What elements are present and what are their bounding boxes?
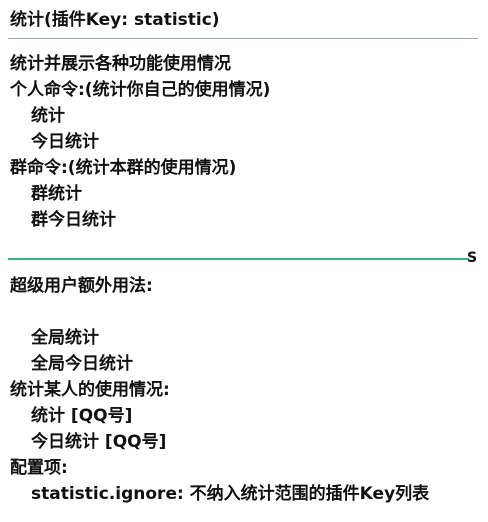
help-document: 统计(插件Key: statistic) 统计并展示各种功能使用情况 个人命令:… bbox=[0, 0, 488, 522]
section-heading: 统计并展示各种功能使用情况 bbox=[10, 54, 231, 74]
page-title: 统计(插件Key: statistic) bbox=[10, 10, 220, 30]
section-divider bbox=[8, 258, 469, 260]
title-underline bbox=[8, 38, 478, 39]
command-item: 全局今日统计 bbox=[31, 354, 133, 374]
command-item: 今日统计 [QQ号] bbox=[31, 432, 167, 452]
command-item: 今日统计 bbox=[31, 132, 99, 152]
command-item: 群统计 bbox=[31, 184, 82, 204]
superuser-heading: 超级用户额外用法: bbox=[10, 276, 153, 296]
personal-commands-header: 个人命令:(统计你自己的使用情况) bbox=[10, 80, 271, 100]
command-item: 统计 bbox=[31, 106, 65, 126]
command-item: 全局统计 bbox=[31, 328, 99, 348]
config-item: statistic.ignore: 不纳入统计范围的插件Key列表 bbox=[31, 484, 430, 504]
command-item: 统计 [QQ号] bbox=[31, 406, 133, 426]
divider-marker: S bbox=[467, 250, 478, 266]
someone-stats-header: 统计某人的使用情况: bbox=[10, 380, 170, 400]
config-header: 配置项: bbox=[10, 458, 68, 478]
command-item: 群今日统计 bbox=[31, 210, 116, 230]
group-commands-header: 群命令:(统计本群的使用情况) bbox=[10, 158, 237, 178]
